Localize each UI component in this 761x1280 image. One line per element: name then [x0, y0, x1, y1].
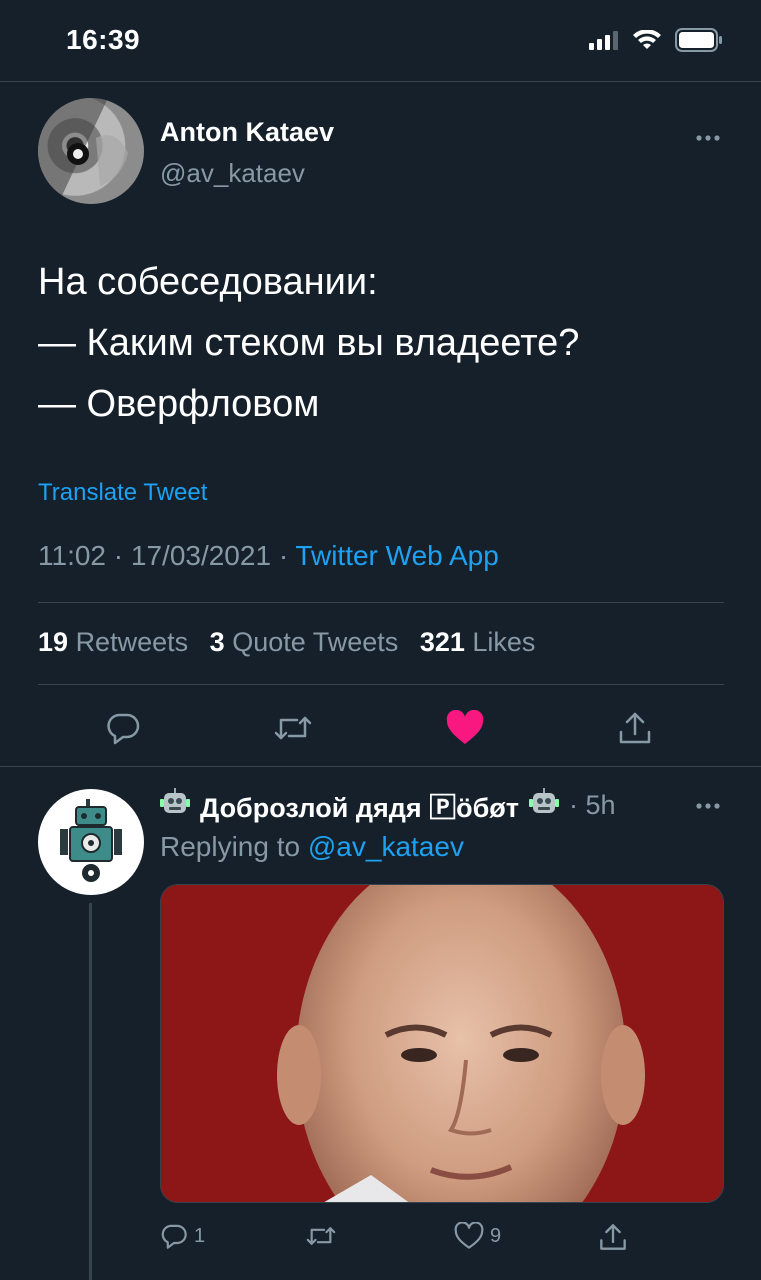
retweet-icon [306, 1227, 336, 1245]
author-avatar[interactable] [38, 98, 144, 204]
header-divider [0, 81, 761, 82]
reply-icon [161, 1224, 187, 1249]
reply-media-image[interactable] [160, 884, 724, 1203]
share-icon [619, 712, 651, 744]
likes-count: 321 [419, 627, 465, 657]
reply-author-avatar[interactable] [38, 789, 144, 895]
reply-share-button[interactable] [598, 1222, 628, 1252]
replying-to-mention[interactable]: @av_kataev [308, 831, 464, 862]
reply-time: · 5h [569, 790, 616, 820]
divider [38, 602, 724, 603]
tweet-date: 17/03/2021 [130, 540, 272, 571]
share-button[interactable] [615, 708, 655, 748]
tweet-time: 11:02 [38, 540, 106, 571]
retweet-button[interactable] [273, 708, 313, 748]
retweets-label: Retweets [75, 627, 189, 657]
robot-emoji-icon [160, 787, 190, 824]
tweet-text-line: — Оверфловом [38, 383, 320, 425]
source-app-link[interactable]: Twitter Web App [295, 540, 498, 571]
status-icons [589, 28, 723, 52]
quote-tweets-stat[interactable]: 3 Quote Tweets [210, 627, 399, 657]
reply-retweet-button[interactable] [305, 1222, 337, 1250]
likes-label: Likes [472, 627, 536, 657]
thread-line [89, 903, 92, 1280]
tweet-stats: 19 Retweets 3 Quote Tweets 321 Likes [38, 627, 535, 658]
tweet-meta: 11:02 · 17/03/2021 · Twitter Web App [38, 540, 499, 572]
reply-author-name[interactable]: Доброзлой дядя 🄿öбøт [200, 786, 519, 825]
more-icon[interactable] [695, 786, 721, 817]
reply-reply-button[interactable]: 1 [160, 1222, 205, 1250]
reply-like-button[interactable]: 9 [454, 1222, 501, 1250]
tweet-text-line: — Каким стеком вы владеете? [38, 322, 580, 364]
robot-emoji-icon [529, 787, 559, 824]
retweets-count: 19 [38, 627, 69, 657]
translate-tweet-link[interactable]: Translate Tweet [38, 479, 207, 507]
like-button[interactable] [445, 708, 485, 748]
meta-separator: · [113, 540, 124, 571]
signal-icon [589, 31, 618, 50]
reply-button[interactable] [103, 708, 143, 748]
replying-to: Replying to @av_kataev [160, 831, 464, 863]
reply-author-header: Доброзлой дядя 🄿öбøт · 5h [160, 786, 616, 825]
divider [38, 684, 724, 685]
reply-like-count: 9 [490, 1224, 502, 1247]
quote-tweets-count: 3 [209, 627, 225, 657]
share-icon [600, 1224, 626, 1250]
author-handle[interactable]: @av_kataev [160, 158, 305, 189]
battery-icon [675, 28, 722, 52]
divider [0, 766, 761, 767]
retweet-icon [274, 716, 312, 740]
replying-prefix: Replying to [160, 831, 301, 862]
retweets-stat[interactable]: 19 Retweets [38, 627, 188, 657]
likes-stat[interactable]: 321 Likes [420, 627, 536, 657]
heart-icon [454, 1222, 484, 1249]
tweet-text-line: На собеседовании: [38, 261, 378, 303]
wifi-icon [633, 30, 661, 49]
author-name[interactable]: Anton Kataev [160, 117, 334, 148]
more-icon[interactable] [695, 118, 721, 149]
reply-reply-count: 1 [194, 1224, 206, 1247]
meta-separator: · [278, 540, 289, 571]
quote-tweets-label: Quote Tweets [232, 627, 399, 657]
heart-icon [446, 710, 484, 744]
status-time: 16:39 [66, 24, 141, 55]
reply-icon [107, 713, 140, 745]
tweet-text: На собеседовании: — Каким стеком вы влад… [38, 252, 579, 435]
